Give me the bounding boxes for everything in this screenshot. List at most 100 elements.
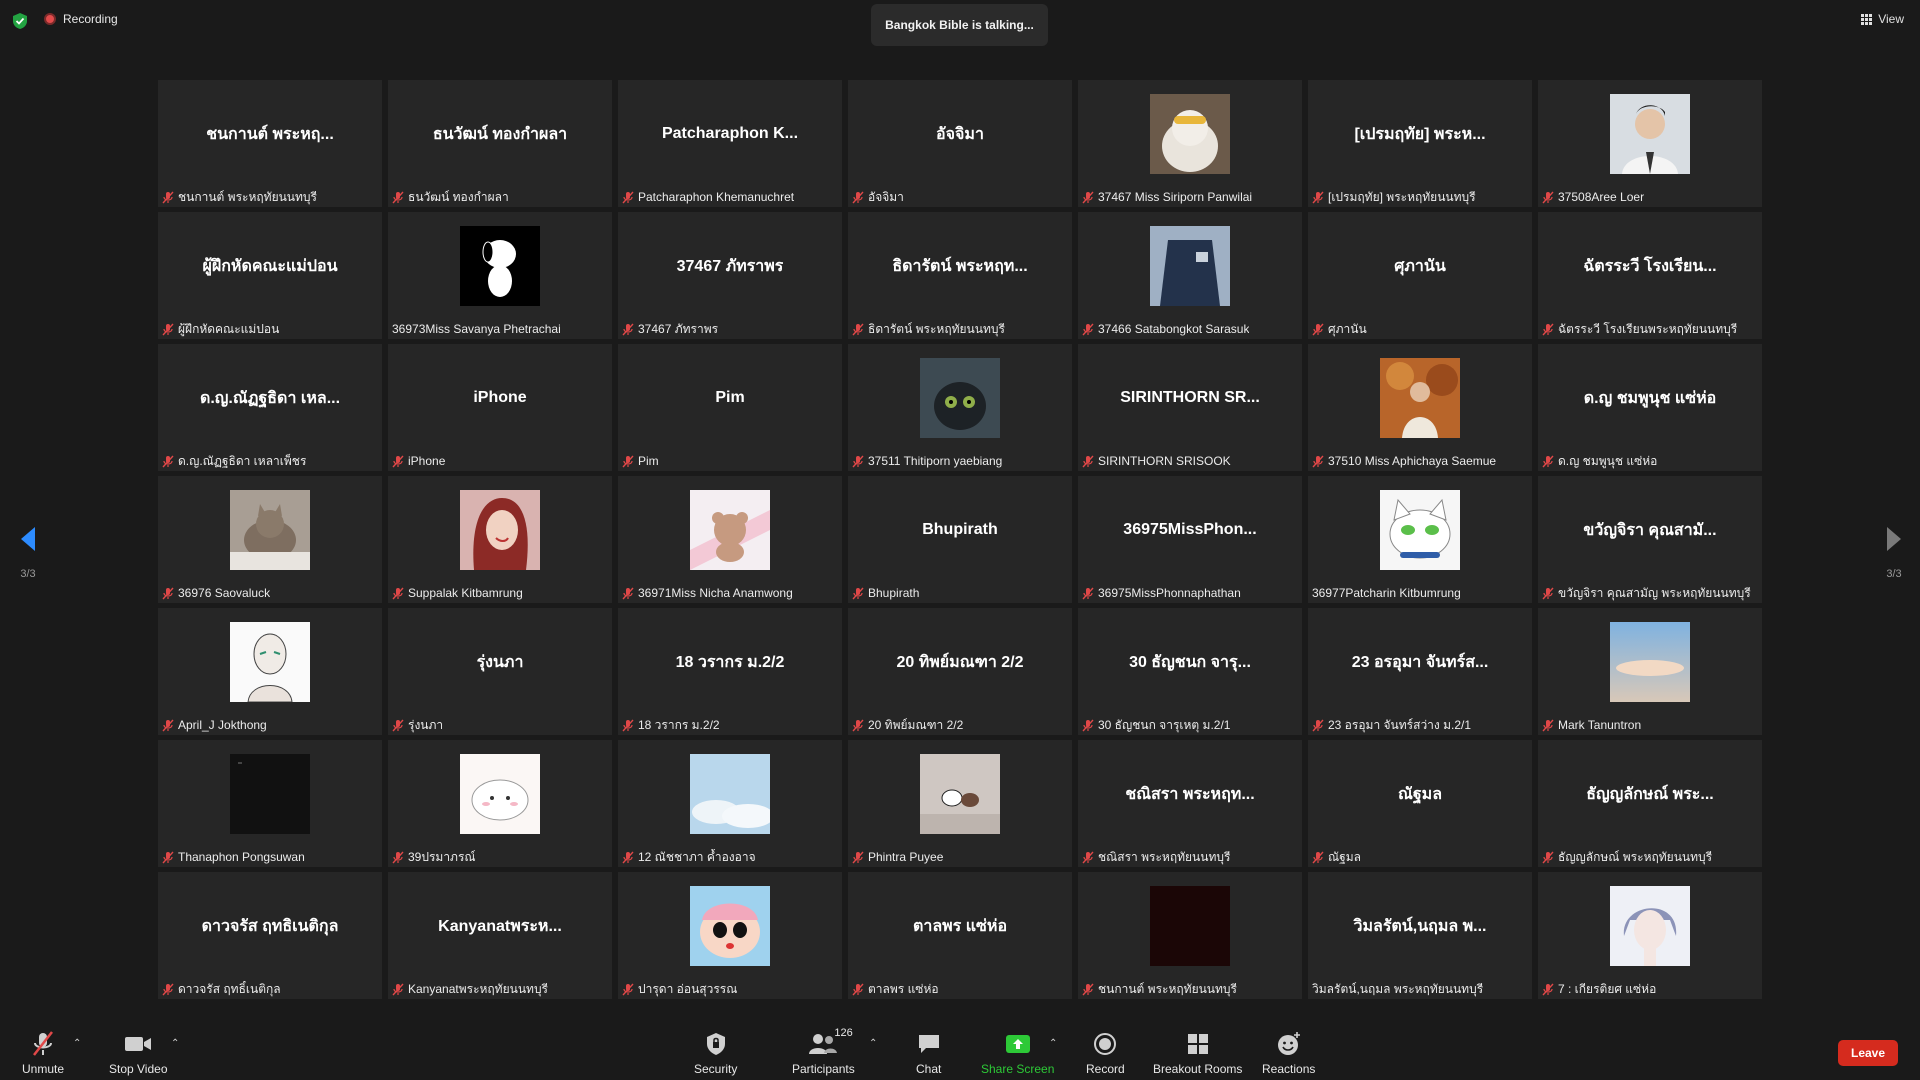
view-button[interactable]: View bbox=[1861, 12, 1904, 26]
participant-tile[interactable]: 37511 Thitiporn yaebiang bbox=[848, 344, 1072, 471]
participant-tile[interactable]: รุ่งนภา รุ่งนภา bbox=[388, 608, 612, 735]
stop-video-button[interactable]: Stop Video bbox=[109, 1030, 168, 1076]
next-page-button[interactable]: 3/3 bbox=[1884, 525, 1904, 580]
participant-name-label: ชนกานต์ พระหฤทัยนนทบุรี bbox=[1098, 981, 1237, 996]
participant-tile[interactable]: 37466 Satabongkot Sarasuk bbox=[1078, 212, 1302, 339]
security-shield-icon[interactable] bbox=[12, 12, 28, 30]
participant-tile[interactable]: ด.ญ ชมพูนุช แซ่ห่อ ด.ญ ชมพูนุช แซ่ห่อ bbox=[1538, 344, 1762, 471]
muted-mic-icon bbox=[622, 851, 634, 864]
participant-tile[interactable]: ศุภานัน ศุภานัน bbox=[1308, 212, 1532, 339]
participant-tile[interactable]: ด.ญ.ณัฏฐธิดา เหล... ด.ญ.ณัฏฐธิดา เหลาเพ็ช… bbox=[158, 344, 382, 471]
participants-options-caret-icon[interactable]: ⌃ bbox=[869, 1038, 877, 1049]
participant-name-bar: ด.ญ ชมพูนุช แซ่ห่อ bbox=[1542, 453, 1657, 469]
share-screen-button[interactable]: Share Screen bbox=[981, 1030, 1054, 1076]
participant-tile[interactable]: อัจจิมา อัจจิมา bbox=[848, 80, 1072, 207]
participant-tile[interactable]: ณัฐมล ณัฐมล bbox=[1308, 740, 1532, 867]
participant-tile[interactable]: 36976 Saovaluck bbox=[158, 476, 382, 603]
muted-mic-icon bbox=[1312, 851, 1324, 864]
breakout-rooms-button[interactable]: Breakout Rooms bbox=[1153, 1030, 1242, 1076]
participant-tile[interactable]: วิมลรัตน์,นฤมล พ... วิมลรัตน์,นฤมล พระหฤท… bbox=[1308, 872, 1532, 999]
share-options-caret-icon[interactable]: ⌃ bbox=[1049, 1038, 1057, 1049]
leave-button[interactable]: Leave bbox=[1838, 1040, 1898, 1066]
muted-mic-icon bbox=[1082, 851, 1094, 864]
participant-tile[interactable]: Thanaphon Pongsuwan bbox=[158, 740, 382, 867]
participant-name-label: iPhone bbox=[408, 454, 446, 468]
participant-tile[interactable]: ปารุดา อ่อนสุวรรณ bbox=[618, 872, 842, 999]
participant-tile[interactable]: Bhupirath Bhupirath bbox=[848, 476, 1072, 603]
participant-name-label: 36976 Saovaluck bbox=[178, 586, 271, 600]
participant-tile[interactable]: 37510 Miss Aphichaya Saemue bbox=[1308, 344, 1532, 471]
participant-name-bar: 7 : เกียรติยศ แซ่ห่อ bbox=[1542, 981, 1656, 997]
participant-name-bar: ณัฐมล bbox=[1312, 849, 1361, 865]
participant-tile[interactable]: ชนกานต์ พระหฤทัยนนทบุรี bbox=[1078, 872, 1302, 999]
participant-display-name: Kanyanatพระห... bbox=[438, 917, 562, 935]
participant-tile[interactable]: [เปรมฤทัย] พระห... [เปรมฤทัย] พระหฤทัยนนท… bbox=[1308, 80, 1532, 207]
participant-tile[interactable]: 37508Aree Loer bbox=[1538, 80, 1762, 207]
participant-tile[interactable]: SIRINTHORN SR... SIRINTHORN SRISOOK bbox=[1078, 344, 1302, 471]
participant-name-label: ผู้ฝึกหัดคณะแม่ปอน bbox=[178, 321, 280, 336]
video-options-caret-icon[interactable]: ⌃ bbox=[171, 1038, 179, 1049]
participant-name-label: ธิดารัตน์ พระหฤทัยนนทบุรี bbox=[868, 321, 1005, 336]
participant-tile[interactable]: ธนวัฒน์ ทองกำผลา ธนวัฒน์ ทองกำผลา bbox=[388, 80, 612, 207]
participant-tile[interactable]: ตาลพร แซ่ห่อ ตาลพร แซ่ห่อ bbox=[848, 872, 1072, 999]
reactions-button[interactable]: Reactions bbox=[1262, 1030, 1315, 1076]
participant-name-label: 37510 Miss Aphichaya Saemue bbox=[1328, 454, 1497, 468]
participant-avatar bbox=[460, 754, 540, 834]
participant-avatar bbox=[1150, 226, 1230, 306]
participant-name-label: 37511 Thitiporn yaebiang bbox=[868, 454, 1003, 468]
chat-button[interactable]: Chat bbox=[916, 1030, 941, 1076]
participant-tile[interactable]: 30 ธัญชนก จารุ... 30 ธัญชนก จารุเหตุ ม.2/… bbox=[1078, 608, 1302, 735]
participant-tile[interactable]: 36977Patcharin Kitbumrung bbox=[1308, 476, 1532, 603]
previous-page-button[interactable]: 3/3 bbox=[18, 525, 38, 580]
unmute-button[interactable]: Unmute bbox=[22, 1030, 64, 1076]
participant-name-bar: 12 ณัชชาภา ค้ำองอาจ bbox=[622, 849, 756, 865]
tile-center: ธิดารัตน์ พระหฤท... bbox=[848, 222, 1072, 310]
participant-tile[interactable]: ธิดารัตน์ พระหฤท... ธิดารัตน์ พระหฤทัยนนท… bbox=[848, 212, 1072, 339]
record-button[interactable]: Record bbox=[1086, 1030, 1125, 1076]
tile-center: รุ่งนภา bbox=[388, 618, 612, 706]
participant-name-label: ปารุดา อ่อนสุวรรณ bbox=[638, 981, 738, 996]
participant-avatar bbox=[460, 226, 540, 306]
participant-tile[interactable]: ธัญญลักษณ์ พระ... ธัญญลักษณ์ พระหฤทัยนนทบ… bbox=[1538, 740, 1762, 867]
muted-mic-icon bbox=[162, 719, 174, 732]
participant-tile[interactable]: April_J Jokthong bbox=[158, 608, 382, 735]
participant-tile[interactable]: 23 อรอุมา จันทร์ส... 23 อรอุมา จันทร์สว่า… bbox=[1308, 608, 1532, 735]
participant-tile[interactable]: 37467 ภัทราพร 37467 ภัทราพร bbox=[618, 212, 842, 339]
participant-tile[interactable]: 20 ทิพย์มณฑา 2/2 20 ทิพย์มณฑา 2/2 bbox=[848, 608, 1072, 735]
tile-center: 30 ธัญชนก จารุ... bbox=[1078, 618, 1302, 706]
participant-tile[interactable]: 12 ณัชชาภา ค้ำองอาจ bbox=[618, 740, 842, 867]
participant-tile[interactable]: 36975MissPhon... 36975MissPhonnaphathan bbox=[1078, 476, 1302, 603]
participant-name-label: ฉัตรระวี โรงเรียนพระหฤทัยนนทบุรี bbox=[1558, 321, 1738, 336]
recording-indicator[interactable]: Recording bbox=[44, 12, 118, 26]
participant-tile[interactable]: Patcharaphon K... Patcharaphon Khemanuchr… bbox=[618, 80, 842, 207]
participant-tile[interactable]: 39ปรมาภรณ์ bbox=[388, 740, 612, 867]
participant-tile[interactable]: Suppalak Kitbamrung bbox=[388, 476, 612, 603]
tile-center bbox=[388, 750, 612, 838]
participant-tile[interactable]: Pim Pim bbox=[618, 344, 842, 471]
participant-tile[interactable]: ผู้ฝึกหัดคณะแม่ปอน ผู้ฝึกหัดคณะแม่ปอน bbox=[158, 212, 382, 339]
participant-tile[interactable]: 7 : เกียรติยศ แซ่ห่อ bbox=[1538, 872, 1762, 999]
audio-options-caret-icon[interactable]: ⌃ bbox=[73, 1038, 81, 1049]
participant-tile[interactable]: 36973Miss Savanya Phetrachai bbox=[388, 212, 612, 339]
muted-mic-icon bbox=[852, 191, 864, 204]
participant-tile[interactable]: ดาวจรัส ฤทธิเนติกุล ดาวจรัส ฤทธิ์เนติกุล bbox=[158, 872, 382, 999]
participant-tile[interactable]: ฉัตรระวี โรงเรียน... ฉัตรระวี โรงเรียนพระ… bbox=[1538, 212, 1762, 339]
muted-mic-icon bbox=[1082, 323, 1094, 336]
tile-center bbox=[158, 750, 382, 838]
participant-tile[interactable]: Phintra Puyee bbox=[848, 740, 1072, 867]
participant-tile[interactable]: ขวัญจิรา คุณสามั... ขวัญจิรา คุณสามัญ พระ… bbox=[1538, 476, 1762, 603]
participant-tile[interactable]: 36971Miss Nicha Anamwong bbox=[618, 476, 842, 603]
participant-tile[interactable]: 18 วรากร ม.2/2 18 วรากร ม.2/2 bbox=[618, 608, 842, 735]
participant-tile[interactable]: ชณิสรา พระหฤท... ชณิสรา พระหฤทัยนนทบุรี bbox=[1078, 740, 1302, 867]
participants-button[interactable]: 126 Participants bbox=[792, 1027, 855, 1076]
security-button[interactable]: Security bbox=[694, 1030, 737, 1076]
participant-display-name: ธัญญลักษณ์ พระ... bbox=[1586, 785, 1714, 803]
tile-center: ฉัตรระวี โรงเรียน... bbox=[1538, 222, 1762, 310]
participant-tile[interactable]: 37467 Miss Siriporn Panwilai bbox=[1078, 80, 1302, 207]
participant-tile[interactable]: Mark Tanuntron bbox=[1538, 608, 1762, 735]
participant-tile[interactable]: ชนกานต์ พระหฤ... ชนกานต์ พระหฤทัยนนทบุรี bbox=[158, 80, 382, 207]
participant-tile[interactable]: Kanyanatพระห... Kanyanatพระหฤทัยนนทบุรี bbox=[388, 872, 612, 999]
participant-tile[interactable]: iPhone iPhone bbox=[388, 344, 612, 471]
stop-video-label: Stop Video bbox=[109, 1062, 168, 1076]
tile-center bbox=[1078, 90, 1302, 178]
